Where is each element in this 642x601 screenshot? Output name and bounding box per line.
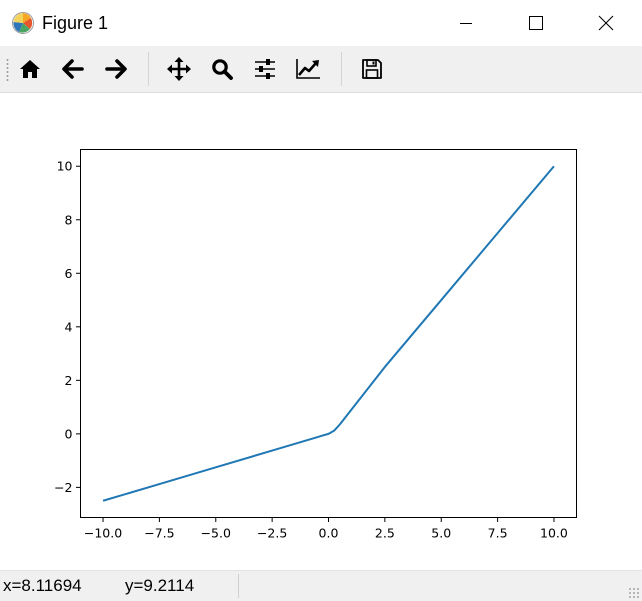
navigation-toolbar: [0, 46, 642, 93]
arrow-left-icon: [62, 59, 84, 79]
magnifier-icon: [212, 59, 233, 80]
forward-button[interactable]: [100, 54, 132, 84]
x-tick-label: 10.0: [540, 526, 568, 541]
x-tick-label: 0.0: [319, 526, 339, 541]
status-bar: x=8.11694 y=9.2114: [0, 570, 642, 601]
x-tick-label: 7.5: [488, 526, 508, 541]
figure-window: Figure 1 −10.0 −7.5 −5.0 −2.5 0.0 2.5 5.…: [0, 0, 642, 601]
maximize-button[interactable]: [513, 0, 559, 46]
y-tick-label: 10: [57, 159, 73, 174]
cursor-y-readout: y=9.2114: [125, 576, 195, 595]
axes-frame: [80, 149, 577, 518]
toolbar-separator: [341, 52, 342, 86]
figure-canvas[interactable]: −10.0 −7.5 −5.0 −2.5 0.0 2.5 5.0 7.5 10.0 −2 0 2 4 6…: [0, 93, 642, 569]
x-tick-label: −2.5: [257, 526, 287, 541]
toolbar-grip[interactable]: [6, 58, 9, 82]
back-button[interactable]: [57, 54, 89, 84]
close-icon: [598, 15, 614, 31]
move-icon: [167, 57, 191, 81]
y-tick-label: 0: [65, 426, 73, 441]
close-button[interactable]: [583, 0, 629, 46]
y-tick-label: 6: [65, 266, 73, 281]
title-bar[interactable]: Figure 1: [0, 0, 642, 46]
arrow-right-icon: [105, 59, 127, 79]
floppy-disk-icon: [362, 59, 382, 79]
line-chart-icon: [296, 59, 320, 79]
cursor-x-readout: x=8.11694: [3, 576, 82, 595]
resize-grip[interactable]: [628, 587, 640, 599]
home-icon: [20, 60, 40, 78]
minimize-icon: [460, 23, 472, 24]
zoom-button[interactable]: [206, 54, 238, 84]
y-tick-label: 8: [65, 212, 73, 227]
y-tick-label: 4: [65, 319, 73, 334]
subplots-button[interactable]: [249, 54, 281, 84]
minimize-button[interactable]: [443, 0, 489, 46]
x-tick-label: −5.0: [201, 526, 231, 541]
sliders-icon: [255, 59, 275, 79]
status-separator: [238, 574, 239, 598]
window-title: Figure 1: [42, 13, 109, 33]
x-axis: −10.0 −7.5 −5.0 −2.5 0.0 2.5 5.0 7.5 10.0: [84, 517, 568, 541]
pan-button[interactable]: [163, 54, 195, 84]
line-chart[interactable]: −10.0 −7.5 −5.0 −2.5 0.0 2.5 5.0 7.5 10.0 −2 0 2 4 6…: [0, 93, 642, 569]
x-tick-label: 2.5: [375, 526, 395, 541]
x-tick-label: 5.0: [431, 526, 451, 541]
y-tick-label: 2: [65, 373, 73, 388]
customize-button[interactable]: [292, 54, 324, 84]
x-tick-label: −7.5: [144, 526, 174, 541]
maximize-icon: [529, 16, 543, 30]
home-button[interactable]: [14, 54, 46, 84]
y-axis: −2 0 2 4 6 8 10: [54, 159, 81, 495]
x-tick-label: −10.0: [84, 526, 122, 541]
save-button[interactable]: [356, 54, 388, 84]
matplotlib-logo-icon: [12, 12, 34, 34]
y-tick-label: −2: [54, 480, 72, 495]
toolbar-separator: [148, 52, 149, 86]
